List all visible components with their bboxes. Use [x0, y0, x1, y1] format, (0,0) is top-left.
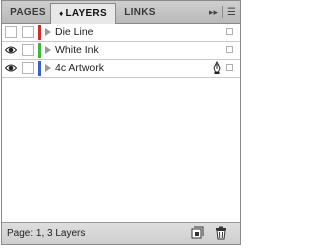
disclosure-triangle-icon[interactable]	[45, 46, 51, 54]
visibility-toggle[interactable]	[5, 26, 17, 38]
selection-indicator[interactable]	[226, 28, 233, 35]
layer-color-swatch	[38, 61, 41, 76]
panel-tab-bar: PAGES ♦ LAYERS LINKS ▸▸ ☰	[2, 1, 240, 24]
eye-icon[interactable]	[5, 44, 17, 56]
disclosure-triangle-icon[interactable]	[45, 28, 51, 36]
layer-color-swatch	[38, 43, 41, 58]
lock-toggle[interactable]	[22, 26, 34, 38]
status-text: Page: 1, 3 Layers	[7, 228, 86, 239]
eye-icon[interactable]	[5, 62, 17, 74]
disclosure-triangle-icon[interactable]	[45, 64, 51, 72]
tab-links[interactable]: LINKS	[118, 3, 162, 23]
selection-indicator[interactable]	[226, 46, 233, 53]
tab-layers[interactable]: ♦ LAYERS	[50, 3, 116, 24]
panel-footer: Page: 1, 3 Layers	[2, 222, 240, 244]
selection-indicator[interactable]	[226, 64, 233, 71]
layer-list: Die Line White Ink 4c Artwork	[2, 24, 240, 223]
trash-icon[interactable]	[214, 226, 228, 240]
divider	[222, 6, 224, 18]
panel-controls: ▸▸ ☰	[209, 4, 236, 20]
new-layer-icon[interactable]	[190, 226, 204, 240]
tab-pages[interactable]: PAGES	[6, 3, 50, 23]
lock-toggle[interactable]	[22, 44, 34, 56]
tab-layers-label: LAYERS	[65, 8, 107, 19]
layer-name: Die Line	[55, 26, 94, 38]
layer-row-white-ink[interactable]: White Ink	[2, 42, 240, 60]
layer-name: 4c Artwork	[55, 62, 105, 74]
layer-row-die-line[interactable]: Die Line	[2, 24, 240, 42]
tab-options-icon: ♦	[59, 9, 64, 18]
lock-toggle[interactable]	[22, 62, 34, 74]
layer-row-4c-artwork[interactable]: 4c Artwork	[2, 60, 240, 78]
tab-links-label: LINKS	[124, 7, 156, 18]
pen-icon	[212, 60, 222, 78]
layer-name: White Ink	[55, 44, 99, 56]
collapse-panel-icon[interactable]: ▸▸	[209, 7, 218, 18]
layer-color-swatch	[38, 25, 41, 40]
tab-pages-label: PAGES	[10, 7, 46, 18]
layers-panel: PAGES ♦ LAYERS LINKS ▸▸ ☰ Die Line White…	[1, 0, 241, 245]
panel-menu-icon[interactable]: ☰	[227, 7, 236, 18]
